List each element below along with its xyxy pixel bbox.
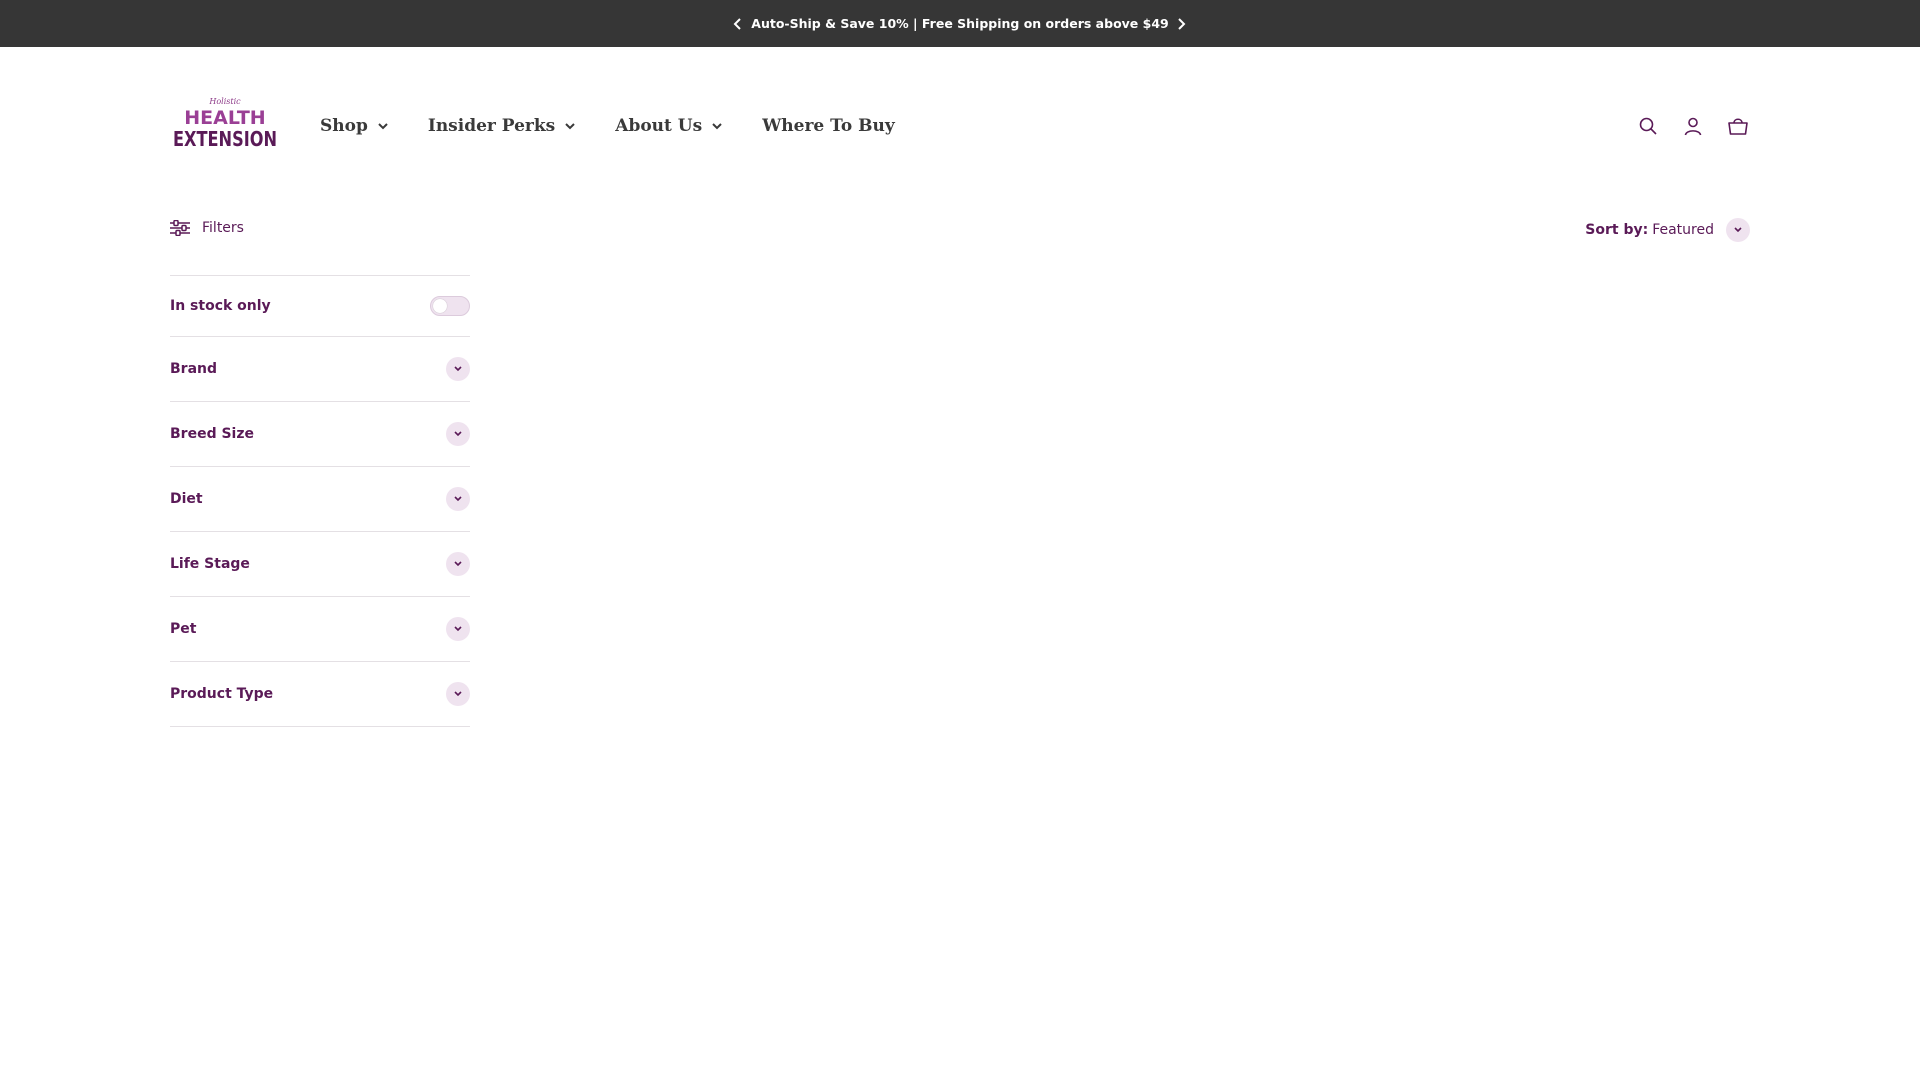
facet-product-type[interactable]: Product Type	[170, 662, 470, 727]
filters-icon	[170, 220, 190, 236]
nav-insider-perks-label: Insider Perks	[427, 116, 556, 136]
filters-button[interactable]: Filters	[170, 220, 244, 236]
chevron-down-icon[interactable]	[446, 487, 470, 511]
facet-label: Product Type	[170, 686, 274, 702]
facet-brand[interactable]: Brand	[170, 337, 470, 402]
facet-life-stage[interactable]: Life Stage	[170, 532, 470, 597]
nav-about-us-label: About Us	[615, 116, 703, 136]
in-stock-label: In stock only	[170, 298, 271, 314]
cart-icon[interactable]	[1726, 114, 1750, 138]
chevron-down-icon[interactable]	[446, 682, 470, 706]
facet-label: Breed Size	[170, 426, 254, 442]
chevron-down-icon[interactable]	[446, 422, 470, 446]
nav-shop-label: Shop	[320, 116, 368, 136]
facet-label: Pet	[170, 621, 197, 637]
search-icon[interactable]	[1636, 114, 1660, 138]
account-icon[interactable]	[1681, 114, 1705, 138]
logo-top-text: Holistic	[208, 97, 241, 106]
facet-label: Life Stage	[170, 556, 250, 572]
logo-line1: HEALTH	[184, 107, 265, 129]
sort-label: Sort by:	[1585, 222, 1649, 238]
announcement-bar: Auto-Ship & Save 10% | Free Shipping on …	[0, 0, 1920, 47]
filters-sidebar: In stock only Brand Breed Size Diet Life…	[170, 275, 470, 727]
sort-select-value[interactable]: Featured	[1652, 222, 1714, 238]
nav-about-us[interactable]: About Us	[615, 116, 722, 136]
facet-diet[interactable]: Diet	[170, 467, 470, 532]
chevron-down-icon[interactable]	[446, 357, 470, 381]
facet-pet[interactable]: Pet	[170, 597, 470, 662]
chevron-down-icon[interactable]	[446, 552, 470, 576]
facet-breed-size[interactable]: Breed Size	[170, 402, 470, 467]
nav-insider-perks[interactable]: Insider Perks	[428, 116, 575, 136]
filters-label: Filters	[202, 220, 244, 236]
in-stock-row: In stock only	[170, 276, 470, 337]
chevron-down-icon	[565, 122, 575, 130]
in-stock-toggle[interactable]	[430, 296, 470, 316]
facet-label: Diet	[170, 491, 203, 507]
facet-label: Brand	[170, 361, 218, 377]
toggle-knob	[433, 299, 447, 313]
logo-line2: EXTENSION	[173, 127, 277, 151]
chevron-down-icon[interactable]	[446, 617, 470, 641]
chevron-down-icon	[378, 122, 388, 130]
nav-where-to-buy[interactable]: Where To Buy	[762, 116, 895, 136]
brand-logo[interactable]: Holistic HEALTH EXTENSION	[170, 94, 280, 152]
sort-control[interactable]: Sort by: Featured	[1585, 218, 1750, 242]
nav-where-to-buy-label: Where To Buy	[762, 116, 895, 136]
main-nav: Shop Insider Perks About Us Where To Buy	[320, 112, 935, 140]
chevron-down-icon	[712, 122, 722, 130]
header-actions	[1615, 114, 1750, 138]
chevron-right-icon[interactable]	[1171, 14, 1191, 34]
nav-shop[interactable]: Shop	[320, 116, 388, 136]
chevron-down-icon[interactable]	[1726, 218, 1750, 242]
announcement-text: Auto-Ship & Save 10% | Free Shipping on …	[751, 16, 1169, 31]
